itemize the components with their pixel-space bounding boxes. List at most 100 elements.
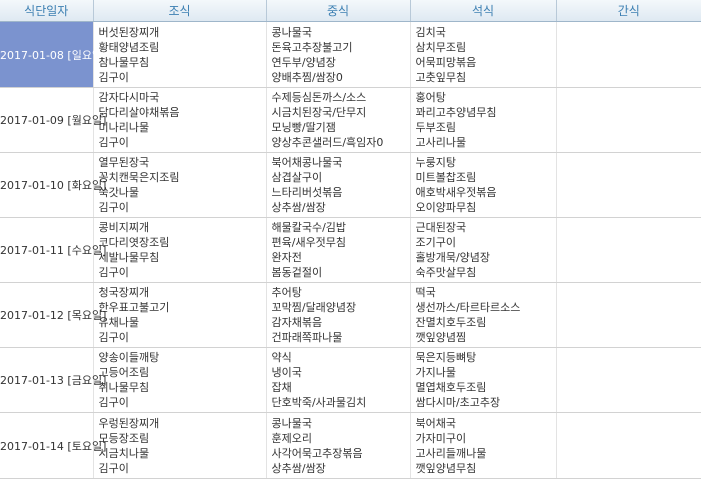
breakfast-cell: 청국장찌개 한우표고불고기 유채나물 김구이 <box>92 282 266 348</box>
menu-item: 김치국 <box>415 25 446 39</box>
menu-item: 감자다시마국 <box>98 91 160 104</box>
header-row: 식단일자 조식 중식 석식 간식 <box>0 0 701 22</box>
menu-item: 냉이국 <box>271 366 302 379</box>
menu-item: 김구이 <box>98 331 129 344</box>
menu-item: 김구이 <box>98 266 129 279</box>
menu-item: 해물칼국수/김밥 <box>271 221 347 234</box>
menu-item: 한우표고불고기 <box>98 301 170 314</box>
snack-cell <box>555 282 701 348</box>
snack-cell <box>555 217 701 283</box>
date-cell[interactable]: 2017-01-14 [토요일] <box>0 412 106 479</box>
lunch-cell: 콩나물국 훈제오리 사각어묵고추장볶음 상추쌈/쌈장 <box>265 412 410 479</box>
menu-item: 참나물무침 <box>98 55 150 69</box>
meal-menu-table: 식단일자 조식 중식 석식 간식 2017-01-08 [일요일] 버섯된장찌개 황… <box>0 0 701 479</box>
menu-item: 사각어묵고추장볶음 <box>271 446 363 460</box>
date-cell[interactable]: 2017-01-11 [수요일] <box>0 217 106 283</box>
menu-item: 삼겹살구이 <box>271 171 323 184</box>
menu-item: 잡채 <box>271 381 292 394</box>
menu-item: 고등어조림 <box>98 366 150 379</box>
menu-item: 양배추찜/쌈장0 <box>271 70 343 84</box>
lunch-cell: 추어탕 꼬막찜/달래양념장 감자채볶음 건파래쪽파나물 <box>265 282 410 348</box>
lunch-cell: 콩나물국 돈육고추장불고기 연두부/양념장 양배추찜/쌈장0 <box>265 21 410 88</box>
menu-item: 건파래쪽파나물 <box>271 331 343 344</box>
menu-item: 꽁치캔묵은지조림 <box>98 171 180 184</box>
breakfast-cell: 양송이들깨탕 고등어조림 취나물무침 김구이 <box>92 347 266 413</box>
breakfast-cell: 감자다시마국 닭다리살야채볶음 미나리나물 김구이 <box>92 87 266 153</box>
menu-item: 취나물무침 <box>98 381 150 394</box>
table-row[interactable]: 2017-01-11 [수요일] 콩비지찌개 코다리엿장조림 세발나물무침 김구이 해물칼… <box>0 217 701 283</box>
menu-item: 훈제오리 <box>271 431 312 445</box>
header-lunch: 중식 <box>265 0 410 22</box>
date-cell[interactable]: 2017-01-08 [일요일] <box>0 21 106 88</box>
menu-item: 가지나물 <box>415 366 456 379</box>
menu-item: 미나리나물 <box>98 121 150 134</box>
menu-item: 북어채국 <box>415 416 456 430</box>
table-row[interactable]: 2017-01-12 [목요일] 청국장찌개 한우표고불고기 유채나물 김구이 추어탕 꼬막… <box>0 282 701 348</box>
menu-item: 돈육고추장불고기 <box>271 40 353 54</box>
breakfast-cell: 우렁된장찌개 모등장조림 시금치나물 김구이 <box>92 412 266 479</box>
menu-item: 우렁된장찌개 <box>98 416 160 430</box>
menu-item: 상추쌈/쌈장 <box>271 201 326 214</box>
snack-cell <box>555 412 701 479</box>
snack-cell <box>555 21 701 88</box>
header-snack: 간식 <box>555 0 701 22</box>
table-row[interactable]: 2017-01-09 [월요일] 감자다시마국 닭다리살야채볶음 미나리나물 김구이 수제… <box>0 87 701 153</box>
menu-item: 상추쌈/쌈장 <box>271 461 326 475</box>
menu-item: 수제등심돈까스/소스 <box>271 91 367 104</box>
menu-item: 꼬막찜/달래양념장 <box>271 301 357 314</box>
breakfast-cell: 콩비지찌개 코다리엿장조림 세발나물무침 김구이 <box>92 217 266 283</box>
dinner-cell: 북어채국 가자미구이 고사리들깨나물 깻잎양념무침 <box>409 412 556 479</box>
menu-item: 버섯된장찌개 <box>98 25 160 39</box>
table-row[interactable]: 2017-01-13 [금요일] 양송이들깨탕 고등어조림 취나물무침 김구이 약식 냉이국… <box>0 347 701 413</box>
dinner-cell: 홍어탕 꽈리고추양념무침 두부조림 고사리나물 <box>409 87 556 153</box>
snack-cell <box>555 87 701 153</box>
menu-item: 김구이 <box>98 396 129 409</box>
menu-item: 청국장찌개 <box>98 286 150 299</box>
menu-item: 묵은지등뼈탕 <box>415 351 477 364</box>
date-cell[interactable]: 2017-01-13 [금요일] <box>0 347 106 413</box>
menu-item: 콩나물국 <box>271 25 312 39</box>
table-row[interactable]: 2017-01-08 [일요일] 버섯된장찌개 황태양념조림 참나물무침 김구이 콩나물국… <box>0 21 701 88</box>
menu-item: 코다리엿장조림 <box>98 236 170 249</box>
menu-item: 떡국 <box>415 286 436 299</box>
table-body: 2017-01-08 [일요일] 버섯된장찌개 황태양념조림 참나물무침 김구이 콩나물국… <box>0 21 701 479</box>
dinner-cell: 누룽지탕 미트볼찹조림 애호박새우젓볶음 오이양파무침 <box>409 152 556 218</box>
lunch-cell: 약식 냉이국 잡채 단호박죽/사과물김치 <box>265 347 410 413</box>
menu-item: 김구이 <box>98 461 129 475</box>
dinner-cell: 묵은지등뼈탕 가지나물 멸엽채호두조림 쌈다시마/초고추장 <box>409 347 556 413</box>
date-cell[interactable]: 2017-01-10 [화요일] <box>0 152 106 218</box>
menu-item: 누룽지탕 <box>415 156 456 169</box>
menu-item: 고춧잎무침 <box>415 70 467 84</box>
menu-item: 쑥갓나물 <box>98 186 139 199</box>
menu-item: 편육/새우젓무침 <box>271 236 347 249</box>
menu-item: 시금치된장국/단무지 <box>271 106 367 119</box>
table-header: 식단일자 조식 중식 석식 간식 <box>0 0 701 22</box>
lunch-cell: 해물칼국수/김밥 편육/새우젓무침 완자전 봄동겉절이 <box>265 217 410 283</box>
menu-item: 근대된장국 <box>415 221 467 234</box>
menu-item: 연두부/양념장 <box>271 55 336 69</box>
menu-item: 숙주맛살무침 <box>415 266 477 279</box>
menu-item: 조기구이 <box>415 236 456 249</box>
date-cell[interactable]: 2017-01-12 [목요일] <box>0 282 106 348</box>
menu-item: 김구이 <box>98 201 129 214</box>
dinner-cell: 근대된장국 조기구이 홀방개묵/양념장 숙주맛살무침 <box>409 217 556 283</box>
menu-item: 가자미구이 <box>415 431 467 445</box>
menu-item: 오이양파무침 <box>415 201 477 214</box>
menu-item: 약식 <box>271 351 292 364</box>
menu-item: 어묵피망볶음 <box>415 55 477 69</box>
breakfast-cell: 버섯된장찌개 황태양념조림 참나물무침 김구이 <box>92 21 266 88</box>
date-cell[interactable]: 2017-01-09 [월요일] <box>0 87 106 153</box>
lunch-cell: 수제등심돈까스/소스 시금치된장국/단무지 모닝빵/딸기잼 양상추콘샐러드/흑임자0 <box>265 87 410 153</box>
menu-item: 생선까스/타르타르소스 <box>415 301 521 314</box>
menu-item: 완자전 <box>271 251 302 264</box>
menu-item: 멸엽채호두조림 <box>415 381 487 394</box>
menu-item: 열무된장국 <box>98 156 150 169</box>
menu-item: 삼치무조림 <box>415 40 467 54</box>
menu-item: 황태양념조림 <box>98 40 160 54</box>
table-row[interactable]: 2017-01-14 [토요일] 우렁된장찌개 모등장조림 시금치나물 김구이 콩나물국 훈… <box>0 412 701 479</box>
header-date: 식단일자 <box>0 0 93 22</box>
menu-item: 모등장조림 <box>98 431 150 445</box>
menu-item: 홍어탕 <box>415 91 446 104</box>
menu-item: 애호박새우젓볶음 <box>415 186 497 199</box>
table-row[interactable]: 2017-01-10 [화요일] 열무된장국 꽁치캔묵은지조림 쑥갓나물 김구이 북어채콩… <box>0 152 701 218</box>
